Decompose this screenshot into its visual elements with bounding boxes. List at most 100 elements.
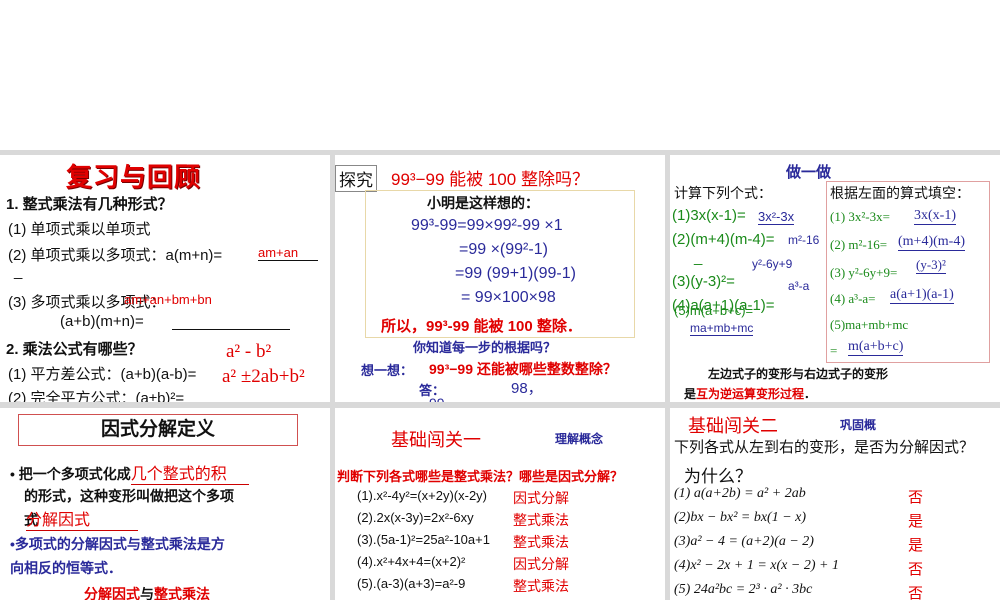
def-line-2: 的形式，这种变形叫做把这个多项 <box>24 488 234 504</box>
expression-5: (5).(a-3)(a+3)=a²-9 <box>357 576 466 591</box>
expression-4: (4).x²+4x+4=(x+2)² <box>357 554 466 569</box>
expression-5: (5) 24a²bc = 2³ · a² · 3bc <box>674 582 813 597</box>
level-title: 基础闯关一 <box>391 430 481 450</box>
fill-3: (3) y²-6y+9= <box>830 265 898 280</box>
footer-and: 与 <box>140 586 154 600</box>
line-5: (2) 完全平方公式：(a±b)²= <box>8 390 185 402</box>
slide-level-one[interactable]: 基础闯关一 理解概念 判断下列各式哪些是整式乘法？哪些是因式分解？ (1).x²… <box>335 408 665 600</box>
answer-extra: 99 <box>429 395 445 402</box>
think-label: 想一想： <box>361 363 414 378</box>
level-why: 为什么？ <box>684 467 752 486</box>
conclusion: 所以，99³-99 能被 100 整除． <box>381 318 582 335</box>
summary-post: ． <box>804 387 817 401</box>
level-title: 基础闯关二 <box>688 416 778 436</box>
answer-3: am+an+bm+bn <box>124 292 212 307</box>
summary-line-2: 是互为逆运算变形过程． <box>684 385 816 402</box>
answer-5: 整式乘法 <box>513 578 569 594</box>
calc-3-answer: y²-6y+9 <box>752 257 793 271</box>
question-1: 1. 整式乘法有几种形式？ <box>6 196 173 213</box>
slide-practice[interactable]: 做一做 计算下列个式： 根据左面的算式填空： (1)3x(x-1)= 3x²-3… <box>670 155 1000 402</box>
question-2: 2. 乘法公式有哪些？ <box>6 341 143 358</box>
fill-4-answer: a(a+1)(a-1) <box>890 287 954 304</box>
level-question: 下列各式从左到右的变形，是否为分解因式？ <box>674 439 975 456</box>
answer-2: 是 <box>908 513 924 530</box>
main-question: 99³−99 能被 100 整除吗？ <box>391 170 589 189</box>
slide-level-two[interactable]: 基础闯关二 巩固概 下列各式从左到右的变形，是否为分解因式？ 为什么？ (1) … <box>670 408 1000 600</box>
summary-pre: 是 <box>684 387 697 401</box>
fill-3-answer: (y-3)² <box>916 257 946 274</box>
calc-3: (3)(y-3)²= <box>672 273 735 290</box>
prompt-why: 你知道每一步的根据吗？ <box>413 340 557 355</box>
step-3: =99 (99+1)(99-1) <box>455 265 576 282</box>
summary-highlight: 互为逆运算变形过程 <box>696 387 805 401</box>
right-heading: 根据左面的算式填空： <box>830 185 970 201</box>
answer-4: 因式分解 <box>513 556 569 572</box>
slide-review[interactable]: 复习与回顾 1. 整式乘法有几种形式？ (1) 单项式乘以单项式 (2) 单项式… <box>0 155 330 402</box>
fill-5: (5)ma+mb+mc <box>830 317 909 332</box>
level-tag: 巩固概 <box>840 418 877 432</box>
expression-4: (4)x² − 2x + 1 = x(x − 2) + 1 <box>674 558 839 573</box>
calc-2-answer: m²-16 <box>788 233 820 247</box>
left-heading: 计算下列个式： <box>674 185 772 201</box>
answer-3: 整式乘法 <box>513 534 569 550</box>
slide-title: 做一做 <box>786 164 832 181</box>
expression-2: (2)bx − bx² = bx(1 − x) <box>674 510 807 525</box>
calc-5-answer: ma+mb+mc <box>690 321 754 336</box>
calc-1: (1)3x(x-1)= <box>672 207 746 224</box>
answer-3: 是 <box>908 537 924 554</box>
slide-explore[interactable]: 探究 99³−99 能被 100 整除吗？ 小明是这样想的： 99³-99=99… <box>335 155 665 402</box>
fill-1-answer: 3x(x-1) <box>914 208 956 225</box>
def-line-4: •多项式的分解因式与整式乘法是方 <box>10 536 225 552</box>
calc-2-dash: _ <box>694 249 703 266</box>
step-4: = 99×100×98 <box>461 289 556 306</box>
expression-3: (3)a² − 4 = (a+2)(a − 2) <box>674 534 814 549</box>
footer-term-2: 整式乘法 <box>154 586 210 600</box>
expression-1: (1) a(a+2b) = a² + 2ab <box>674 486 806 501</box>
top-blank-area <box>0 0 1000 150</box>
answer-2: 整式乘法 <box>513 512 569 528</box>
calc-4-answer: a³-a <box>788 279 810 293</box>
calc-1-answer: 3x²-3x <box>758 209 795 225</box>
fill-5-eq: = <box>830 343 838 358</box>
def-line-1: • 把一个多项式化成几个整式的积 <box>10 460 249 485</box>
line-3b: (a+b)(m+n)= <box>60 313 144 330</box>
answer-5: a² ±2ab+b² <box>222 366 305 387</box>
expression-3: (3).(5a-1)²=25a²-10a+1 <box>357 532 490 547</box>
fill-1: (1) 3x²-3x= <box>830 209 890 224</box>
dash-mark: _ <box>14 263 23 280</box>
def-line-1-pre: • 把一个多项式化成 <box>10 466 131 482</box>
slide-title: 复习与回顾 <box>66 163 202 192</box>
expression-1: (1).x²-4y²=(x+2y)(x-2y) <box>357 488 488 503</box>
step-1: 99³-99=99×99²-99 ×1 <box>411 217 563 234</box>
think-question: 99³−99 还能被哪些整数整除？ <box>429 361 617 377</box>
slide-definition[interactable]: 因式分解定义 • 把一个多项式化成几个整式的积 的形式，这种变形叫做把这个多项 … <box>0 408 330 600</box>
fill-4: (4) a³-a= <box>830 291 876 306</box>
explore-tag: 探究 <box>335 165 377 192</box>
answer-value: 98， <box>511 380 543 397</box>
fill-2-answer: (m+4)(m-4) <box>898 234 965 251</box>
def-key-term: 几个整式的积 <box>130 460 249 485</box>
step-2: =99 ×(99²-1) <box>459 241 548 258</box>
definition-title: 因式分解定义 <box>18 414 298 446</box>
answer-5: 否 <box>908 585 924 600</box>
blank-3b <box>172 313 290 330</box>
def-term-factorization: 分解因式 <box>26 506 138 531</box>
answer-2: am+an <box>258 245 318 261</box>
line-4: (1) 平方差公式：(a+b)(a-b)= <box>8 366 197 383</box>
fill-5-answer: m(a+b+c) <box>848 339 904 356</box>
calc-2: (2)(m+4)(m-4)= <box>672 231 775 248</box>
summary-line-1: 左边式子的变形与右边式子的变形 <box>708 367 889 381</box>
calc-5: (5)m(a+b+c)= <box>674 303 754 318</box>
solution-intro: 小明是这样想的： <box>427 195 539 211</box>
answer-4: 否 <box>908 561 924 578</box>
level-tag: 理解概念 <box>555 432 604 446</box>
def-line-5: 向相反的恒等式． <box>10 560 122 576</box>
def-line-3: 式分解因式 <box>24 506 138 531</box>
line-1: (1) 单项式乘以单项式 <box>8 221 151 238</box>
fill-2: (2) m²-16= <box>830 237 888 252</box>
footer-term-1: 分解因式 <box>84 586 140 600</box>
level-question: 判断下列各式哪些是整式乘法？哪些是因式分解？ <box>337 469 624 484</box>
answer-1: 因式分解 <box>513 490 569 506</box>
answer-4: a² - b² <box>226 341 272 362</box>
answer-1: 否 <box>908 489 924 506</box>
